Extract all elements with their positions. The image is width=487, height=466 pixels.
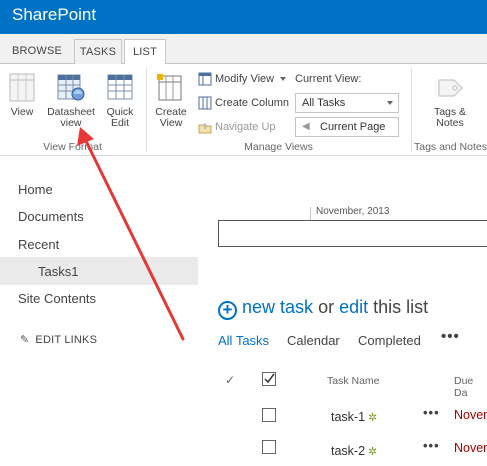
edit-list-link[interactable]: edit [339,297,368,317]
create-view-icon [157,74,182,101]
nav-item-documents[interactable]: Documents [18,209,84,224]
tags-notes-line2: Notes [436,117,464,129]
create-column-button[interactable]: Create Column [198,93,289,113]
new-task-link[interactable]: new task [242,297,313,317]
row-menu-button[interactable]: ••• [423,405,440,420]
ribbon: View Datasheet view Quick Edit View Form… [0,64,487,156]
group-manage-views: Create View Modify View Create Column Na… [147,64,410,156]
modify-view-label: Modify View [215,73,275,85]
pencil-icon: ✎ [20,334,30,346]
row-checkbox[interactable] [262,440,276,454]
nav-selected-highlight [0,257,198,285]
timeline-date-label: November, 2013 [316,206,390,217]
view-label: View [10,106,34,118]
select-all-checkbox[interactable] [262,372,276,386]
create-view-button[interactable]: Create View [153,72,189,129]
chevron-down-icon [280,77,287,82]
new-task-line: + new task or edit this list [218,297,428,320]
current-page-label: Current Page [320,121,386,133]
view-tab-all-tasks[interactable]: All Tasks [218,333,269,348]
ribbon-tab-row: BROWSE TASKS LIST [0,34,487,65]
tab-tasks[interactable]: TASKS [74,39,122,64]
new-item-icon: ✲ [368,446,378,458]
edit-links-label: EDIT LINKS [35,334,98,346]
modify-view-button[interactable]: Modify View [198,69,287,89]
task-title-link[interactable]: task-2 ✲ [331,444,377,458]
new-item-icon: ✲ [368,412,378,424]
group-view-format: View Datasheet view Quick Edit View Form… [0,64,145,156]
quick-edit-button[interactable]: Quick Edit [101,72,139,129]
manage-views-group-label: Manage Views [244,141,313,153]
tab-list[interactable]: LIST [124,39,166,65]
add-icon[interactable]: + [218,301,237,320]
current-view-dropdown[interactable]: All Tasks [295,93,399,113]
tags-notes-group-label: Tags and Notes [414,141,487,153]
current-view-value: All Tasks [302,97,346,109]
view-tab-calendar[interactable]: Calendar [287,333,340,348]
column-header-due-date[interactable]: Due Da [454,375,487,399]
brand-title[interactable]: SharePoint [12,5,96,25]
navigate-up-icon [198,123,212,134]
standard-view-icon [9,73,35,102]
view-tab-completed[interactable]: Completed [358,333,421,348]
task-title: task-2 [331,444,366,458]
row-menu-button[interactable]: ••• [423,438,440,453]
create-column-icon [198,96,212,110]
more-views-button[interactable]: ••• [441,328,460,345]
task-due-date: Novem [454,408,487,422]
navigate-up-label: Navigate Up [215,121,276,133]
nav-item-home[interactable]: Home [18,182,53,197]
quick-edit-line2: Edit [110,117,130,129]
previous-page-icon[interactable]: ◀ [302,118,310,136]
current-page-pager[interactable]: ◀ Current Page [295,117,399,137]
checkmark-icon [264,373,275,384]
view-format-group-label: View Format [43,141,102,153]
quick-edit-icon [107,74,133,100]
task-title: task-1 [331,410,366,424]
tab-browse[interactable]: BROWSE [8,39,66,64]
group-tags-notes: Tags & Notes Tags and Notes [412,64,487,156]
navigate-up-button[interactable]: Navigate Up [198,117,276,137]
timeline-tick [310,207,311,221]
column-header-task-name[interactable]: Task Name [327,375,380,387]
view-button[interactable]: View [5,72,39,118]
task-title-link[interactable]: task-1 ✲ [331,410,377,424]
edit-links-button[interactable]: ✎ EDIT LINKS [20,333,97,346]
datasheet-view-icon [57,74,85,101]
tag-icon [438,79,463,97]
datasheet-label-line2: view [60,117,82,129]
nav-item-site-contents[interactable]: Site Contents [18,291,96,306]
tags-notes-button[interactable]: Tags & Notes [426,72,474,129]
row-checkbox[interactable] [262,408,276,422]
timeline[interactable] [218,220,487,247]
nav-item-recent[interactable]: Recent [18,237,59,252]
nav-item-tasks1[interactable]: Tasks1 [38,264,78,279]
or-text: or [318,297,335,317]
suite-bar: SharePoint [0,0,487,34]
chevron-down-icon [387,101,393,105]
checkmark-icon[interactable]: ✓ [225,373,235,387]
this-list-text: this list [373,297,429,317]
current-view-label: Current View: [295,73,362,85]
create-column-label: Create Column [215,97,289,109]
modify-view-icon [198,72,212,86]
task-due-date: Novem [454,441,487,455]
datasheet-view-button[interactable]: Datasheet view [45,72,97,129]
create-view-line2: View [159,117,183,129]
